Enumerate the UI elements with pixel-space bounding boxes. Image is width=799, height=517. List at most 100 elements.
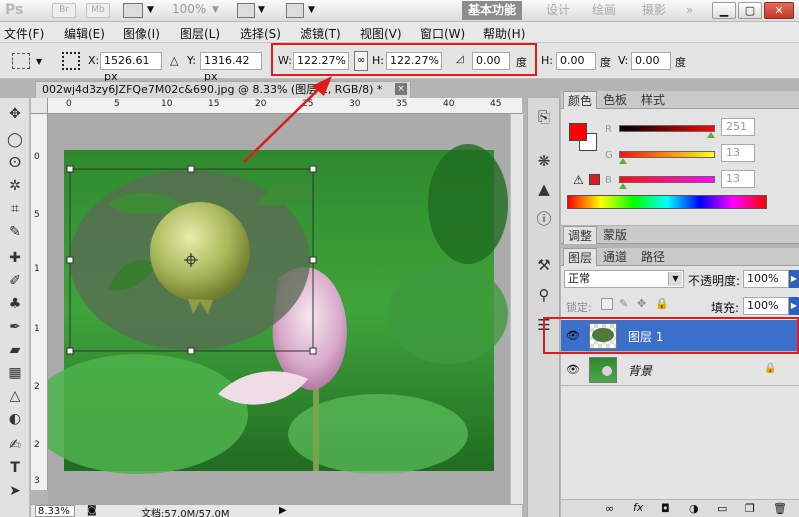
x-field[interactable]: 1526.61 px bbox=[100, 52, 162, 83]
tab-color[interactable]: 颜色 bbox=[563, 91, 598, 109]
blur-tool-icon[interactable]: △ bbox=[4, 386, 26, 406]
delta-icon[interactable]: △ bbox=[170, 54, 178, 67]
folder-icon[interactable]: ▭ bbox=[717, 502, 727, 515]
menu-layer[interactable]: 图层(L) bbox=[180, 25, 220, 42]
menu-window[interactable]: 窗口(W) bbox=[420, 25, 465, 42]
angle-field[interactable]: 0.00 bbox=[472, 52, 510, 70]
history-brush-icon[interactable]: ✒ bbox=[4, 317, 26, 337]
document-canvas[interactable] bbox=[48, 114, 510, 504]
vertical-scrollbar[interactable] bbox=[510, 114, 523, 504]
canvas-area[interactable] bbox=[48, 114, 510, 504]
hskew-field[interactable]: 0.00 bbox=[556, 52, 596, 70]
move-transform-icon[interactable] bbox=[12, 53, 30, 69]
layer-name[interactable]: 背景 bbox=[628, 362, 652, 379]
visibility-eye-icon[interactable]: 👁 bbox=[566, 363, 580, 376]
fill-slider-arrow[interactable]: ▶ bbox=[789, 297, 799, 315]
arrange-documents-icon[interactable] bbox=[237, 3, 255, 18]
lock-all-icon[interactable]: 🔒 bbox=[655, 297, 669, 310]
opacity-slider-arrow[interactable]: ▶ bbox=[789, 270, 799, 288]
opacity-field[interactable]: 100% bbox=[743, 270, 789, 288]
pen-tool-icon[interactable]: ✍ bbox=[4, 435, 26, 455]
red-slider[interactable] bbox=[619, 125, 715, 132]
move-tool-icon[interactable]: ✥ bbox=[4, 104, 26, 124]
eyedropper-tool-icon[interactable]: ✎ bbox=[4, 222, 26, 242]
green-slider-thumb[interactable] bbox=[619, 158, 627, 164]
green-value-field[interactable]: 13 bbox=[721, 144, 755, 162]
blend-mode-select[interactable]: 正常 ▼ bbox=[564, 270, 684, 288]
navigator-panel-icon[interactable]: ❋ bbox=[532, 150, 556, 172]
dodge-tool-icon[interactable]: ◐ bbox=[4, 409, 26, 429]
workspace-painting[interactable]: 绘画 bbox=[586, 1, 622, 20]
close-button[interactable]: ✕ bbox=[764, 2, 794, 19]
brush-presets-icon[interactable]: ⚒ bbox=[532, 254, 556, 276]
lock-pixels-icon[interactable]: ✎ bbox=[619, 297, 628, 310]
brush-tool-icon[interactable]: ✐ bbox=[4, 271, 26, 291]
close-document-icon[interactable]: × bbox=[395, 83, 407, 95]
menu-select[interactable]: 选择(S) bbox=[240, 25, 281, 42]
adjustment-icon[interactable]: ◑ bbox=[689, 502, 699, 515]
lock-position-icon[interactable]: ✥ bbox=[637, 297, 646, 310]
red-slider-thumb[interactable] bbox=[707, 132, 715, 138]
foreground-color-swatch[interactable] bbox=[569, 123, 587, 141]
zoom-level[interactable]: 100% bbox=[172, 2, 206, 16]
new-layer-icon[interactable]: ❐ bbox=[745, 502, 755, 515]
fx-icon[interactable]: fx bbox=[633, 501, 643, 514]
crop-tool-icon[interactable]: ⌗ bbox=[4, 199, 26, 219]
workspace-design[interactable]: 设计 bbox=[540, 1, 576, 20]
height-field[interactable]: 122.27% bbox=[386, 52, 442, 70]
clone-stamp-icon[interactable]: ♣ bbox=[4, 294, 26, 314]
mini-bridge-button[interactable]: Mb bbox=[86, 3, 110, 18]
bridge-button[interactable]: Br bbox=[52, 3, 76, 18]
gamut-color-swatch[interactable] bbox=[589, 174, 600, 185]
reference-point-icon[interactable] bbox=[62, 52, 80, 70]
status-menu-arrow[interactable]: ▶ bbox=[279, 505, 287, 516]
ruler-origin[interactable] bbox=[31, 98, 48, 114]
menu-edit[interactable]: 编辑(E) bbox=[64, 25, 105, 42]
tab-channels[interactable]: 通道 bbox=[599, 248, 631, 266]
info-panel-icon[interactable]: ⓘ bbox=[532, 208, 556, 230]
tab-layers[interactable]: 图层 bbox=[563, 248, 598, 266]
horizontal-ruler[interactable]: 0 5 10 15 20 25 30 35 40 45 bbox=[48, 98, 522, 114]
minimize-button[interactable]: ▁ bbox=[712, 2, 736, 19]
red-value-field[interactable]: 251 bbox=[721, 118, 755, 136]
eraser-tool-icon[interactable]: ▰ bbox=[4, 340, 26, 360]
fill-field[interactable]: 100% bbox=[743, 297, 789, 315]
restore-button[interactable]: ▢ bbox=[738, 2, 762, 19]
healing-brush-icon[interactable]: ✚ bbox=[4, 248, 26, 268]
color-spectrum-bar[interactable] bbox=[567, 195, 767, 209]
marquee-tool-icon[interactable]: ◯ bbox=[4, 130, 26, 150]
tab-masks[interactable]: 蒙版 bbox=[599, 226, 631, 244]
y-field[interactable]: 1316.42 px bbox=[200, 52, 262, 83]
blue-slider-thumb[interactable] bbox=[619, 183, 627, 189]
vertical-ruler[interactable]: 0 5 1 1 2 2 3 bbox=[31, 114, 48, 490]
menu-view[interactable]: 视图(V) bbox=[360, 25, 402, 42]
lock-transparency-icon[interactable] bbox=[601, 298, 613, 310]
layer-row-background[interactable]: 👁 背景 🔒 bbox=[561, 354, 799, 386]
link-icon[interactable]: ∞ bbox=[605, 502, 614, 515]
history-panel-icon[interactable]: ⎘ bbox=[532, 106, 556, 128]
vskew-field[interactable]: 0.00 bbox=[631, 52, 671, 70]
menu-filter[interactable]: 滤镜(T) bbox=[300, 25, 341, 42]
histogram-panel-icon[interactable]: ▲ bbox=[532, 178, 556, 200]
blue-slider[interactable] bbox=[619, 176, 715, 183]
green-slider[interactable] bbox=[619, 151, 715, 158]
zoom-field[interactable]: 8.33% bbox=[35, 505, 75, 517]
magic-wand-icon[interactable]: ✲ bbox=[4, 176, 26, 196]
tab-paths[interactable]: 路径 bbox=[637, 248, 669, 266]
blue-value-field[interactable]: 13 bbox=[721, 170, 755, 188]
workspace-more[interactable]: » bbox=[680, 1, 699, 20]
path-selection-icon[interactable]: ➤ bbox=[4, 481, 26, 501]
link-icon[interactable]: ∞ bbox=[354, 51, 368, 71]
mask-icon[interactable]: ◘ bbox=[661, 502, 670, 515]
menu-file[interactable]: 文件(F) bbox=[4, 25, 44, 42]
gamut-warning-icon[interactable]: ⚠ bbox=[573, 173, 584, 187]
workspace-essentials[interactable]: 基本功能 bbox=[462, 1, 523, 20]
screen-mode-icon[interactable] bbox=[123, 3, 143, 18]
screen-mode-menu-icon[interactable] bbox=[286, 3, 304, 18]
type-tool-icon[interactable]: T bbox=[4, 458, 26, 478]
document-tab[interactable]: 002wj4d3zy6JZFQe7M02c&690.jpg @ 8.33% (图… bbox=[35, 81, 411, 98]
tab-adjustments[interactable]: 调整 bbox=[563, 226, 598, 244]
menu-image[interactable]: 图像(I) bbox=[123, 25, 160, 42]
width-field[interactable]: 122.27% bbox=[293, 52, 349, 70]
clone-source-icon[interactable]: ⚲ bbox=[532, 284, 556, 306]
